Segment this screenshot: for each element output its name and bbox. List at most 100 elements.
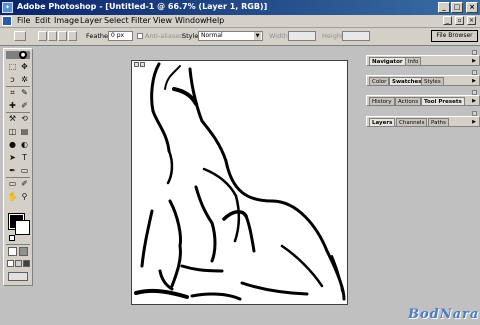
menu-help[interactable]: Help bbox=[206, 16, 224, 25]
panel-close-icon[interactable] bbox=[472, 70, 477, 75]
default-colors-icon[interactable] bbox=[9, 235, 15, 241]
standard-screen-mode-icon[interactable] bbox=[7, 260, 14, 267]
menu-bar: File Edit Image Layer Select Filter View… bbox=[0, 15, 480, 28]
tab-styles[interactable]: Styles bbox=[421, 77, 444, 86]
dodge-tool-icon[interactable]: ◐ bbox=[19, 139, 30, 150]
drawing-stroke bbox=[164, 65, 181, 90]
menu-view[interactable]: View bbox=[153, 16, 172, 25]
background-color-swatch[interactable] bbox=[15, 220, 30, 235]
shape-tool-icon[interactable]: ▭ bbox=[19, 165, 30, 176]
tab-paths[interactable]: Paths bbox=[428, 118, 449, 127]
title-bar: ✦ Adobe Photoshop - [Untitled-1 @ 66.7% … bbox=[0, 0, 480, 15]
toolbox-divider bbox=[6, 177, 30, 178]
lasso-tool-icon[interactable]: ↄ bbox=[7, 74, 18, 85]
panel-menu-arrow-icon[interactable]: ▶ bbox=[471, 98, 477, 104]
slice-tool-icon[interactable]: ✎ bbox=[19, 87, 30, 98]
healing-brush-tool-icon[interactable]: ✚ bbox=[7, 100, 18, 111]
style-select[interactable]: Normal ▼ bbox=[198, 31, 263, 41]
tab-layers[interactable]: Layers bbox=[369, 118, 396, 127]
panel-menu-arrow-icon[interactable]: ▶ bbox=[471, 58, 477, 64]
document-restore-button[interactable]: ▫ bbox=[455, 16, 464, 25]
anti-aliased-checkbox[interactable] bbox=[137, 33, 143, 39]
window-title: Adobe Photoshop - [Untitled-1 @ 66.7% (L… bbox=[17, 2, 268, 11]
drawing-stroke bbox=[222, 210, 248, 221]
width-input[interactable] bbox=[288, 31, 316, 41]
width-label: Width: bbox=[269, 32, 291, 40]
menu-filter[interactable]: Filter bbox=[131, 16, 151, 25]
tab-channels[interactable]: Channels bbox=[396, 118, 428, 127]
toolbox-divider bbox=[6, 244, 30, 245]
move-tool-icon[interactable]: ✥ bbox=[19, 61, 30, 72]
feather-input[interactable]: 0 px bbox=[108, 31, 133, 41]
panel-menu-arrow-icon[interactable]: ▶ bbox=[471, 119, 477, 125]
options-grip bbox=[4, 31, 12, 41]
watermark: BodNara bbox=[408, 307, 480, 322]
panel-close-icon[interactable] bbox=[472, 111, 477, 116]
drawing-stroke bbox=[280, 244, 324, 288]
eraser-tool-icon[interactable]: ◫ bbox=[7, 126, 18, 137]
drawing-stroke bbox=[170, 244, 182, 288]
document-canvas[interactable] bbox=[131, 60, 348, 305]
subtract-selection-icon[interactable] bbox=[58, 31, 67, 41]
brush-tool-icon[interactable]: ✐ bbox=[19, 100, 30, 111]
clone-stamp-tool-icon[interactable]: ⚒ bbox=[7, 113, 18, 124]
tab-actions[interactable]: Actions bbox=[395, 97, 422, 106]
drawing-stroke bbox=[270, 199, 329, 253]
photoshop-app-icon[interactable]: ✦ bbox=[2, 2, 13, 13]
panel-close-icon[interactable] bbox=[472, 50, 477, 55]
eyedropper-tool-icon[interactable]: ✐ bbox=[19, 178, 30, 189]
add-to-selection-icon[interactable] bbox=[48, 31, 57, 41]
menu-edit[interactable]: Edit bbox=[35, 16, 51, 25]
crop-tool-icon[interactable]: ⌗ bbox=[7, 87, 18, 98]
full-screen-menu-mode-icon[interactable] bbox=[15, 260, 22, 267]
maximize-button[interactable]: □ bbox=[451, 2, 463, 13]
blur-tool-icon[interactable]: ● bbox=[7, 139, 18, 150]
marquee-tool-icon[interactable]: ⬚ bbox=[7, 61, 18, 72]
height-input[interactable] bbox=[342, 31, 370, 41]
file-browser-button[interactable]: File Browser bbox=[431, 30, 478, 42]
menu-window[interactable]: Window bbox=[175, 16, 207, 25]
panel-menu-arrow-icon[interactable]: ▶ bbox=[471, 78, 477, 84]
tab-tool-presets[interactable]: Tool Presets bbox=[421, 97, 465, 106]
tool-preset-picker[interactable] bbox=[14, 31, 26, 41]
tab-history[interactable]: History bbox=[369, 97, 395, 106]
tab-color[interactable]: Color bbox=[369, 77, 390, 86]
jump-to-imageready-icon[interactable] bbox=[8, 272, 28, 281]
full-screen-mode-icon[interactable] bbox=[23, 260, 30, 267]
drawing-stroke bbox=[151, 109, 171, 153]
document-close-button[interactable]: × bbox=[467, 16, 476, 25]
minimize-button[interactable]: _ bbox=[438, 2, 450, 13]
intersect-selection-icon[interactable] bbox=[68, 31, 77, 41]
menu-select[interactable]: Select bbox=[104, 16, 129, 25]
drawing-stroke bbox=[200, 119, 228, 163]
pen-tool-icon[interactable]: ✒ bbox=[7, 165, 18, 176]
magic-wand-tool-icon[interactable]: ✲ bbox=[19, 74, 30, 85]
menu-layer[interactable]: Layer bbox=[80, 16, 102, 25]
notes-tool-icon[interactable]: ▭ bbox=[7, 178, 18, 189]
tab-navigator[interactable]: Navigator bbox=[369, 57, 406, 66]
close-button[interactable]: × bbox=[466, 2, 478, 13]
toolbox-divider bbox=[6, 112, 30, 113]
document-minimize-button[interactable]: _ bbox=[443, 16, 452, 25]
type-tool-icon[interactable]: T bbox=[19, 152, 30, 163]
menu-image[interactable]: Image bbox=[54, 16, 79, 25]
document-menu-icon[interactable] bbox=[2, 16, 12, 26]
new-selection-icon[interactable] bbox=[38, 31, 47, 41]
tab-info[interactable]: Info bbox=[405, 57, 422, 66]
hand-tool-icon[interactable]: ✋ bbox=[7, 191, 18, 202]
panel-close-icon[interactable] bbox=[472, 90, 477, 95]
zoom-tool-icon[interactable]: ⚲ bbox=[19, 191, 30, 202]
drawing-stroke bbox=[166, 149, 174, 185]
panel-layers: Layers Channels Paths ▶ bbox=[366, 111, 480, 127]
drawing-stroke bbox=[180, 264, 224, 273]
path-selection-tool-icon[interactable]: ➤ bbox=[7, 152, 18, 163]
history-brush-tool-icon[interactable]: ⟲ bbox=[19, 113, 30, 124]
adobe-online-icon[interactable]: ● bbox=[19, 51, 27, 59]
tab-swatches[interactable]: Swatches bbox=[389, 77, 425, 86]
gradient-tool-icon[interactable]: ▤ bbox=[19, 126, 30, 137]
menu-file[interactable]: File bbox=[17, 16, 30, 25]
style-select-value: Normal bbox=[201, 32, 223, 39]
quick-mask-mode-icon[interactable] bbox=[19, 247, 28, 256]
panel-navigator: Navigator Info ▶ bbox=[366, 50, 480, 66]
standard-mode-icon[interactable] bbox=[8, 247, 17, 256]
